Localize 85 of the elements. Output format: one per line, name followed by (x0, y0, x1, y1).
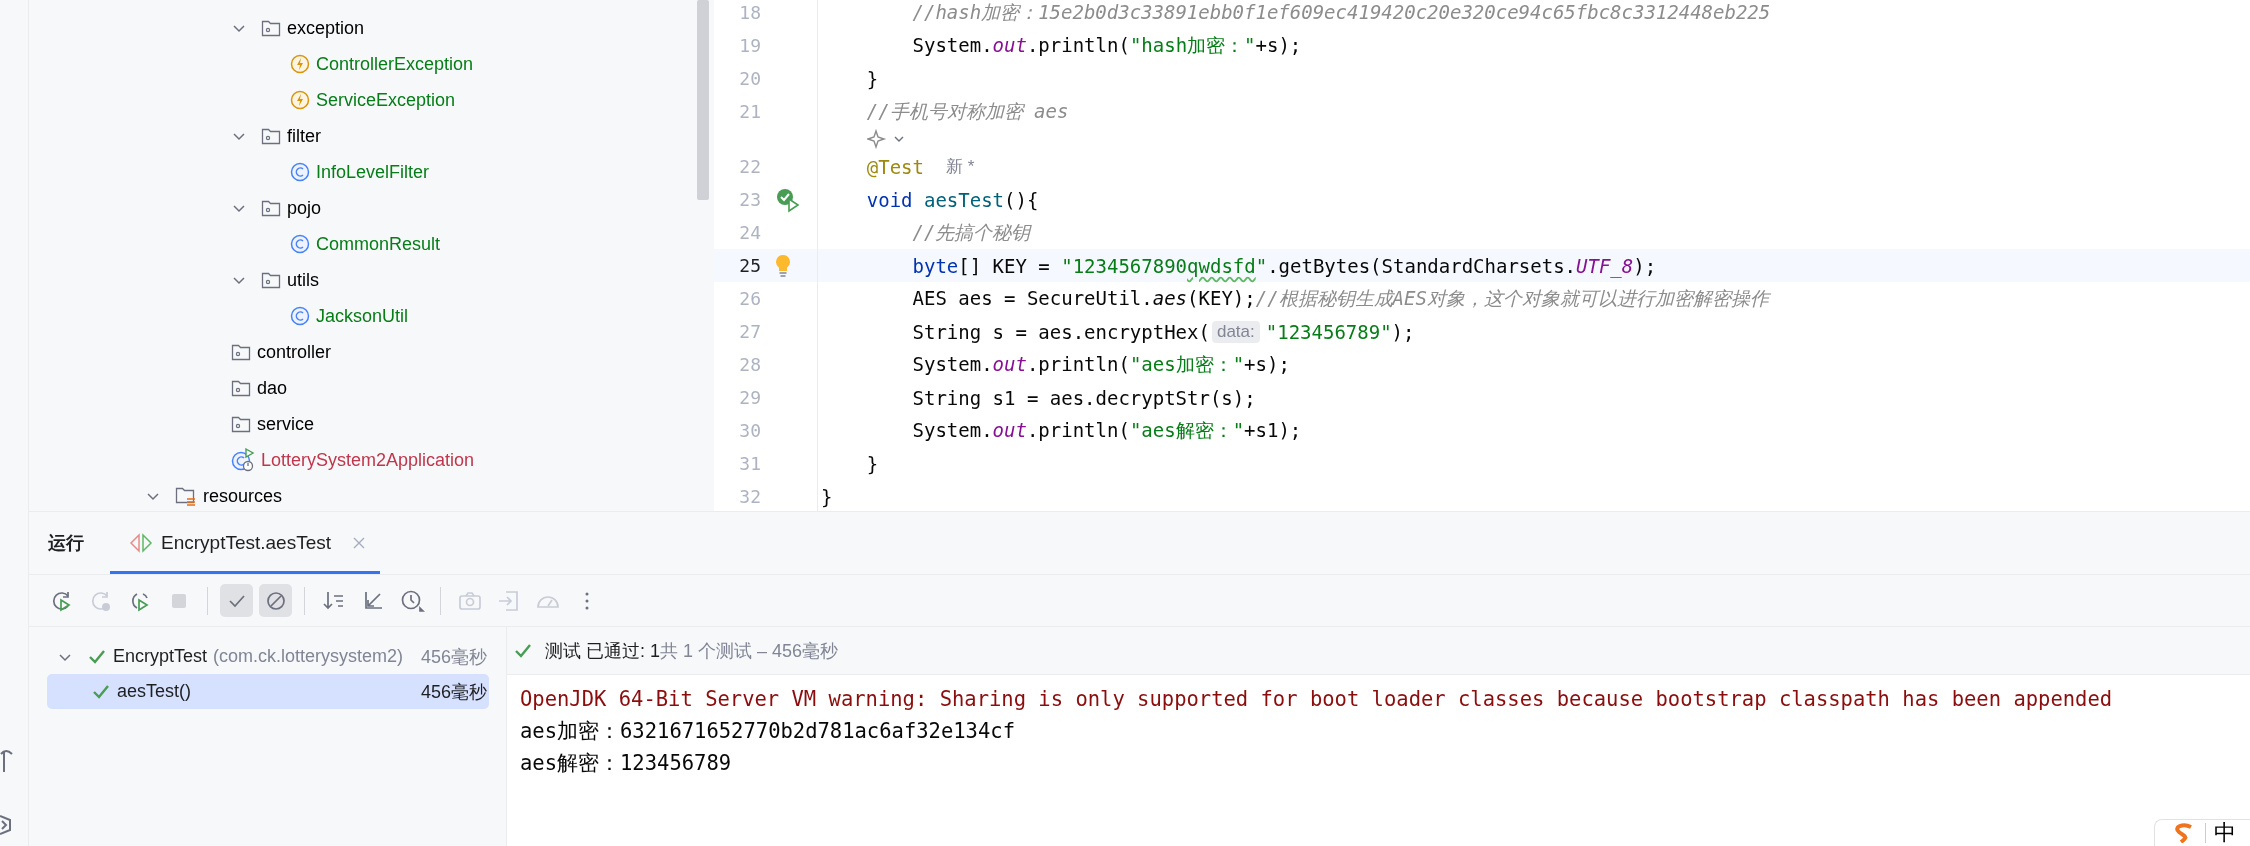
line-number: 27 (738, 321, 761, 342)
line-number: 23 (738, 189, 761, 210)
code-text: //hash加密：15e2b0d3c33891ebb0f1ef609ec419420c20e320ce94c65fbc8c3312448eb225 (911, 0, 1771, 25)
code-text: @Test (865, 155, 924, 178)
tree-item[interactable]: resources (203, 485, 283, 507)
tree-item[interactable]: service (257, 413, 314, 435)
tree-item[interactable]: LotterySystem2Application (261, 449, 475, 471)
code-text: System.out.println("aes解密："+s1); (911, 417, 1302, 443)
folder-icon (261, 199, 281, 217)
class-icon (290, 234, 310, 254)
folder-icon (175, 486, 197, 506)
code-text: } (865, 67, 879, 90)
line-number: 24 (738, 222, 761, 243)
tree-item[interactable]: InfoLevelFilter (316, 161, 430, 183)
hook-icon[interactable] (0, 748, 14, 774)
tree-item[interactable]: filter (287, 125, 321, 147)
line-number: 26 (738, 288, 761, 309)
line-number: 32 (738, 486, 761, 507)
more-icon (584, 591, 589, 610)
line-number: 28 (738, 354, 761, 375)
panel-title: 运行 (48, 532, 84, 555)
close-icon[interactable] (352, 536, 367, 550)
tree-item[interactable]: ControllerException (316, 53, 474, 75)
line-number: 25 (738, 255, 761, 276)
input-mode[interactable]: 中 (2214, 818, 2236, 846)
lightbulb-icon[interactable] (775, 253, 791, 278)
tree-item[interactable]: dao (257, 377, 288, 399)
lightning-icon (290, 90, 310, 110)
line-number: 29 (738, 387, 761, 408)
tree-item[interactable]: JacksonUtil (316, 305, 409, 327)
tree-item[interactable]: pojo (287, 197, 322, 219)
code-text: String s1 = aes.decryptStr(s); (911, 386, 1256, 409)
parameter-hint: data: (1211, 320, 1260, 343)
code-text: } (821, 485, 833, 508)
code-text: //先搞个秘钥 (911, 219, 1031, 245)
folder-icon (261, 19, 281, 37)
tree-item[interactable]: exception (287, 17, 365, 39)
run-test-icon[interactable] (775, 186, 801, 213)
line-number: 22 (738, 156, 761, 177)
show-passed-button[interactable] (220, 584, 253, 617)
show-ignored-button[interactable] (259, 584, 292, 617)
class-icon (290, 162, 310, 182)
console-line: OpenJDK 64-Bit Server VM warning: Sharing is only supported for boot loader classes because bootstrap classpath has been appended (520, 686, 2114, 713)
code-text: void aesTest(){ (865, 188, 1039, 211)
class-icon (290, 306, 310, 326)
line-number: 21 (738, 101, 761, 122)
code-text: } (865, 452, 879, 475)
author-hint[interactable]: 新 * (945, 155, 975, 178)
folder-icon (231, 415, 251, 433)
line-number: 19 (738, 35, 761, 56)
class-run-icon (231, 448, 255, 472)
code-text: byte[] KEY = "1234567890qwdsfd".getBytes(StandardCharsets.UTF_8); (911, 254, 1657, 277)
code-text: System.out.println("aes加密："+s); (911, 351, 1290, 377)
line-number: 18 (738, 2, 761, 23)
scrollbar[interactable] (697, 0, 709, 200)
code-text: "123456789"); (1265, 320, 1415, 343)
test-name[interactable]: EncryptTest (113, 646, 208, 667)
tree-item[interactable]: utils (287, 269, 319, 291)
folder-icon (231, 379, 251, 397)
tree-item[interactable]: controller (257, 341, 332, 363)
line-number: 30 (738, 420, 761, 441)
result-status: 测试 已通过: 1 (545, 639, 660, 663)
code-text: //手机号对称加密 aes (865, 98, 1069, 124)
folder-icon (231, 343, 251, 361)
folder-icon (261, 271, 281, 289)
run-tab[interactable]: EncryptTest.aesTest (110, 515, 381, 574)
tree-item[interactable]: ServiceException (316, 89, 456, 111)
line-number: 31 (738, 453, 761, 474)
code-text: AES aes = SecureUtil.aes(KEY);//根据秘钥生成AES对象，这个对象就可以进行加密解密操作 (911, 285, 1769, 311)
test-duration: 456毫秒 (420, 680, 488, 704)
code-text: String s = aes.encryptHex( (911, 320, 1210, 343)
test-duration: 456毫秒 (420, 645, 488, 669)
code-text: System.out.println("hash加密："+s); (911, 32, 1302, 58)
test-diff-icon (128, 533, 154, 553)
folder-icon (261, 127, 281, 145)
lightning-icon (290, 54, 310, 74)
hexagon-arrow-icon[interactable] (0, 812, 14, 838)
result-summary: 共 1 个测试 – 456毫秒 (660, 639, 839, 663)
console-line: aes解密：123456789 (520, 750, 733, 777)
test-package: (com.ck.lotterysystem2) (213, 646, 404, 667)
tree-item[interactable]: CommonResult (316, 233, 441, 255)
console-line: aes加密：6321671652770b2d781ac6af32e134cf (520, 718, 1016, 745)
line-number: 20 (738, 68, 761, 89)
ime-widget[interactable]: 中 (2154, 819, 2250, 846)
test-name[interactable]: aesTest() (117, 681, 192, 702)
